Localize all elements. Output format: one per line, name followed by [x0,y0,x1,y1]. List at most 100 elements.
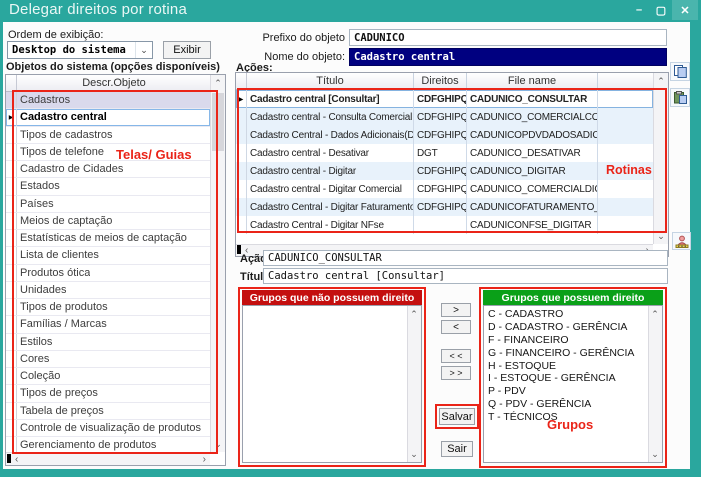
list-item[interactable]: Estados [6,178,210,195]
move-all-left-button[interactable]: < < [441,349,471,363]
table-row[interactable]: Cadastro central - Digitar ComercialCDFG… [236,180,653,198]
actions-grid-vertical-scrollbar[interactable]: ⌃ ⌄ [653,73,668,244]
list-item[interactable]: Cadastros [6,92,210,109]
scroll-right-icon[interactable]: › [203,454,206,465]
group-item[interactable]: G - FINANCEIRO - GERÊNCIA [484,346,649,359]
list-item-label: Tipos de produtos [17,299,108,315]
list-item[interactable]: Controle de visualização de produtos [6,420,210,437]
list-item-label: Tipos de preços [17,385,98,401]
column-header-titulo[interactable]: Título [247,73,414,89]
group-item[interactable]: D - CADASTRO - GERÊNCIA [484,321,649,334]
action-titulo-cell: Cadastro Central - Dados Adicionais(Digi… [247,126,414,144]
list-item[interactable]: Cores [6,351,210,368]
titulo-field[interactable]: Cadastro central [Consultar] [263,268,668,284]
action-empty-cell [598,162,653,180]
groups-without-scrollbar[interactable]: ⌃ ⌄ [407,306,421,462]
scroll-left-icon[interactable]: ‹ [15,454,18,465]
scroll-down-icon[interactable]: ⌄ [408,447,420,462]
action-direitos-cell: CDFGHIPQT [414,162,467,180]
maximize-button[interactable]: ▢ [650,0,672,20]
list-item[interactable]: Cadastro de Cidades [6,161,210,178]
row-indicator-cell [6,161,17,177]
table-row[interactable]: Cadastro central - DigitarCDFGHIPQTCADUN… [236,162,653,180]
list-item[interactable]: Famílias / Marcas [6,316,210,333]
table-row[interactable]: Cadastro Central - Dados Adicionais(Digi… [236,126,653,144]
acao-field[interactable]: CADUNICO_CONSULTAR [263,250,668,266]
list-item[interactable]: Estilos [6,334,210,351]
list-item[interactable]: Meios de captação [6,213,210,230]
scroll-down-icon[interactable]: ⌄ [649,447,661,462]
minimize-button[interactable]: – [628,0,650,20]
group-item[interactable]: H - ESTOQUE [484,359,649,372]
chevron-down-icon: ⌄ [135,42,152,58]
column-header-descr-objeto[interactable]: Descr.Objeto [17,75,211,91]
groups-with-rights-list[interactable]: C - CADASTROD - CADASTRO - GERÊNCIAF - F… [483,305,663,463]
table-row[interactable]: Cadastro Central - Digitar FaturamentoCD… [236,198,653,216]
scroll-down-icon[interactable]: ⌄ [211,437,225,452]
row-indicator-cell [6,282,17,298]
objects-label: Objetos do sistema (opções disponíveis) [6,61,220,73]
group-item[interactable]: F - FINANCEIRO [484,334,649,347]
list-item[interactable]: Tipos de cadastros [6,127,210,144]
paste-button[interactable] [670,88,690,107]
list-item[interactable]: Tabela de preços [6,403,210,420]
action-direitos-cell: CDFGHIPQT [414,198,467,216]
table-row[interactable]: Cadastro central - Consulta ComercialCDF… [236,108,653,126]
objects-list-vertical-scrollbar[interactable]: ⌃ ⌄ [210,75,225,452]
salvar-button[interactable]: Salvar [439,408,475,425]
table-row[interactable]: Cadastro Central - Digitar NFseCADUNICON… [236,216,653,234]
list-item-label: Estatísticas de meios de captação [17,230,187,246]
groups-without-rights-list[interactable]: ⌃ ⌄ [242,305,422,463]
object-name-field[interactable]: Cadastro central [349,48,667,66]
move-right-button[interactable]: > [441,303,471,317]
list-item[interactable]: Estatísticas de meios de captação [6,230,210,247]
list-item[interactable]: Tipos de produtos [6,299,210,316]
group-item[interactable]: T - TÉCNICOS [484,410,649,423]
scroll-up-icon[interactable]: ⌃ [408,307,420,322]
list-item[interactable]: Produtos ótica [6,265,210,282]
list-item[interactable]: Unidades [6,282,210,299]
scroll-up-icon[interactable]: ⌃ [649,307,661,322]
copy-button[interactable] [670,62,690,81]
row-marker-icon: ▶ [239,96,244,103]
group-item[interactable]: P - PDV [484,385,649,398]
close-button[interactable]: ✕ [672,0,698,20]
scroll-down-icon[interactable]: ⌄ [654,229,668,244]
objects-list-horizontal-scrollbar[interactable]: ‹ › [6,452,210,465]
table-row[interactable]: Cadastro central - DesativarDGTCADUNICO_… [236,144,653,162]
group-item[interactable]: Q - PDV - GERÊNCIA [484,398,649,411]
row-indicator-cell [236,144,247,162]
table-row[interactable]: ▶Cadastro central [Consultar]CDFGHIPQTCA… [236,90,653,108]
list-item[interactable]: Lista de clientes [6,247,210,264]
sair-button[interactable]: Sair [441,441,473,457]
column-header-direitos[interactable]: Direitos [414,73,467,89]
column-header-file-name[interactable]: File name [467,73,598,89]
list-item-label: Unidades [17,282,66,298]
group-item[interactable]: I - ESTOQUE - GERÊNCIA [484,372,649,385]
scroll-up-icon[interactable]: ⌃ [211,76,225,91]
list-item[interactable]: Tipos de preços [6,385,210,402]
prefix-field[interactable]: CADUNICO [349,29,667,46]
list-item-label: Coleção [17,368,60,384]
list-item[interactable]: Coleção [6,368,210,385]
list-item[interactable]: Gerenciamento de produtos [6,437,210,452]
action-direitos-cell [414,216,467,234]
exibir-button[interactable]: Exibir [163,41,211,59]
objects-list-header: Descr.Objeto [6,75,211,92]
list-item-label: Produtos ótica [17,265,90,281]
action-titulo-cell: Cadastro central - Digitar Comercial [247,180,414,198]
group-item[interactable]: C - CADASTRO [484,308,649,321]
scrollbar-thumb[interactable] [212,93,224,151]
groups-tool-button[interactable] [672,232,691,250]
list-item[interactable]: Tipos de telefone [6,144,210,161]
move-left-button[interactable]: < [441,320,471,334]
order-select[interactable]: Desktop do sistema ⌄ [7,41,153,59]
move-all-right-button[interactable]: > > [441,366,471,380]
scroll-up-icon[interactable]: ⌃ [654,74,668,89]
action-file-cell: CADUNICONFSE_DIGITAR [467,216,598,234]
groups-with-scrollbar[interactable]: ⌃ ⌄ [648,306,662,462]
list-item[interactable]: ▶Cadastro central [6,109,210,126]
action-direitos-cell: CDFGHIPQT [414,126,467,144]
actions-grid-header: Título Direitos File name [236,73,653,90]
list-item[interactable]: Países [6,196,210,213]
